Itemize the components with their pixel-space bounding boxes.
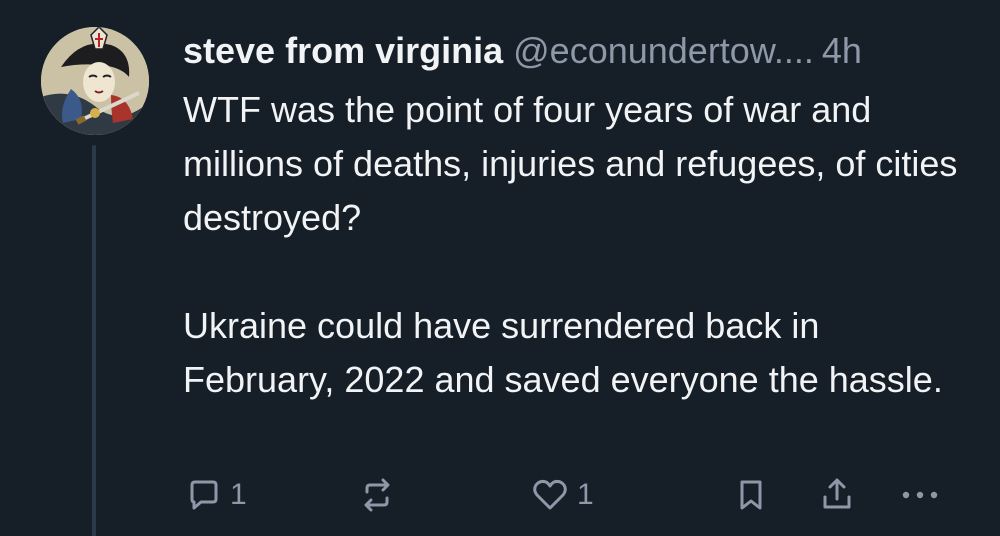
bookmark-icon xyxy=(740,480,762,510)
ukiyo-e-samurai-avatar-icon xyxy=(41,27,149,135)
more-options-button[interactable] xyxy=(900,470,940,520)
reply-bubble-icon xyxy=(190,480,218,510)
repost-icon xyxy=(364,478,390,512)
post-actions: 1 1 xyxy=(183,470,963,520)
post: steve from virginia @econundertow.... 4h W… xyxy=(0,0,1000,536)
post-header: steve from virginia @econundertow.... 4h xyxy=(183,28,983,74)
bookmark-button[interactable] xyxy=(736,470,766,520)
reply-count: 1 xyxy=(230,478,247,511)
share-icon xyxy=(823,478,851,509)
reply-button[interactable]: 1 xyxy=(186,470,247,520)
author-handle[interactable]: @econundertow.... xyxy=(513,30,814,71)
thread-line xyxy=(92,145,96,536)
repost-button[interactable] xyxy=(358,470,396,520)
more-horizontal-icon xyxy=(902,491,938,499)
post-text: WTF was the point of four years of war a… xyxy=(183,83,973,407)
author-display-name[interactable]: steve from virginia xyxy=(183,30,503,71)
heart-icon xyxy=(533,479,567,510)
post-timestamp[interactable]: 4h xyxy=(822,30,862,71)
like-count: 1 xyxy=(577,478,594,511)
author-avatar[interactable] xyxy=(41,27,149,135)
like-button[interactable]: 1 xyxy=(531,470,594,520)
post-paragraph: WTF was the point of four years of war a… xyxy=(183,89,958,238)
share-button[interactable] xyxy=(819,470,855,520)
post-paragraph: Ukraine could have surrendered back in F… xyxy=(183,305,943,400)
